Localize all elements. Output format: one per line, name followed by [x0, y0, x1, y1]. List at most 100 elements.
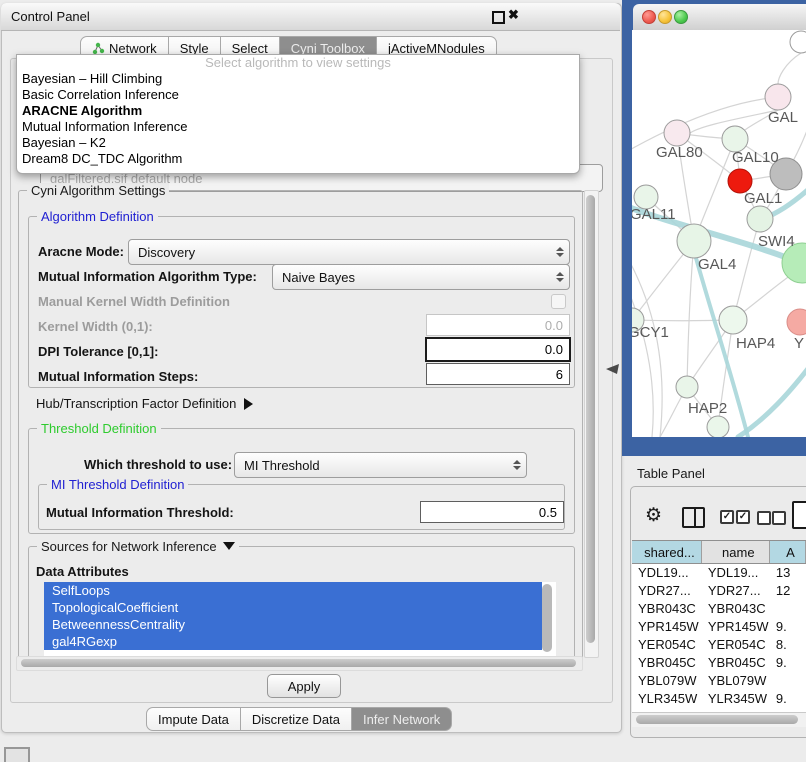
checked-checkbox-icon[interactable]: ✓	[736, 510, 750, 524]
table-row[interactable]: YPR145WYPR145W9.	[632, 618, 806, 636]
checked-checkbox-icon[interactable]: ✓	[720, 510, 734, 524]
table-cell: YPR145W	[702, 618, 770, 636]
manual-kernel-width-checkbox[interactable]	[551, 294, 566, 309]
mi-threshold-field[interactable]: 0.5	[420, 501, 564, 523]
stepper-arrows-icon	[555, 246, 564, 258]
mi-steps-field[interactable]: 6	[426, 363, 570, 385]
dropdown-item[interactable]: Mutual Information Inference	[17, 119, 579, 135]
column-header[interactable]: name	[702, 541, 770, 563]
dpi-tolerance-field[interactable]: 0.0	[425, 337, 571, 362]
algorithm-dropdown-prompt: Select algorithm to view settings	[17, 55, 579, 71]
table-cell: 12	[770, 582, 806, 600]
network-edge[interactable]	[687, 241, 694, 387]
close-icon[interactable]: ✖	[508, 7, 519, 23]
table-row[interactable]: YLR345WYLR345W9.	[632, 690, 806, 708]
zoom-traffic-light-icon[interactable]	[674, 10, 688, 24]
table-cell	[770, 672, 806, 690]
network-graph[interactable]: GALGAL80GAL10GAL1GAL11SWI4GAL4GCY1HAP4YH…	[632, 30, 806, 437]
table-row[interactable]: YBR043CYBR043C	[632, 600, 806, 618]
network-edge[interactable]	[733, 219, 760, 320]
network-edge[interactable]	[632, 255, 662, 437]
aracne-mode-value: Discovery	[138, 245, 195, 260]
dropdown-item[interactable]: Dream8 DC_TDC Algorithm	[17, 151, 579, 167]
network-node-gal[interactable]	[765, 84, 791, 110]
network-edge[interactable]	[632, 320, 733, 321]
dropdown-item[interactable]: Bayesian – Hill Climbing	[17, 71, 579, 87]
hub-definition-expander[interactable]: Hub/Transcription Factor Definition	[36, 396, 253, 411]
table-cell: YBR043C	[702, 600, 770, 618]
minimized-window-grip[interactable]	[4, 747, 30, 762]
table-row[interactable]: YDL19...YDL19...13	[632, 564, 806, 582]
gear-icon[interactable]: ⚙	[645, 504, 662, 527]
settings-vertical-scrollbar[interactable]	[584, 190, 599, 658]
settings-vertical-scrollbar-thumb[interactable]	[586, 195, 595, 643]
column-header[interactable]: shared...	[632, 541, 702, 563]
network-node-hap2[interactable]	[676, 376, 698, 398]
column-header[interactable]: A	[770, 541, 806, 563]
network-edge[interactable]	[778, 53, 801, 84]
aracne-mode-combobox[interactable]: Discovery	[128, 239, 570, 265]
table-row[interactable]: YBR045CYBR045C9.	[632, 654, 806, 672]
unchecked-checkbox-icon[interactable]	[757, 511, 771, 525]
table-cell: YER054C	[702, 636, 770, 654]
dropdown-item[interactable]: Bayesian – K2	[17, 135, 579, 151]
network-node-y[interactable]	[787, 309, 806, 335]
attribute-item-selected[interactable]: SelfLoops	[44, 582, 542, 599]
tab-discretize-data[interactable]: Discretize Data	[241, 707, 352, 731]
settings-horizontal-scrollbar-thumb[interactable]	[21, 659, 576, 667]
network-node-hap4[interactable]	[719, 306, 747, 334]
network-node-gal4[interactable]	[677, 224, 711, 258]
table-cell: YBR045C	[632, 654, 702, 672]
which-threshold-combobox[interactable]: MI Threshold	[234, 452, 527, 478]
control-panel-titlebar[interactable]	[1, 3, 620, 31]
attribute-item-selected[interactable]: gal4RGexp	[44, 633, 542, 650]
node-label: SWI4	[758, 233, 795, 250]
mi-algorithm-type-combobox[interactable]: Naive Bayes	[272, 264, 570, 290]
network-edge[interactable]	[632, 285, 653, 437]
tab-impute-data[interactable]: Impute Data	[146, 707, 241, 731]
attributes-list-scrollbar[interactable]	[542, 584, 552, 652]
apply-button[interactable]: Apply	[267, 674, 341, 698]
network-node[interactable]	[790, 31, 806, 53]
table-cell: 9.	[770, 618, 806, 636]
table-cell: YPR145W	[632, 618, 702, 636]
manual-kernel-width-label: Manual Kernel Width Definition	[38, 294, 230, 309]
network-canvas[interactable]: GALGAL80GAL10GAL1GAL11SWI4GAL4GCY1HAP4YH…	[632, 30, 806, 437]
float-window-icon[interactable]	[492, 11, 505, 24]
network-window-titlebar[interactable]	[633, 4, 806, 31]
network-edge[interactable]	[738, 366, 806, 437]
algorithm-dropdown-items: Bayesian – Hill ClimbingBasic Correlatio…	[17, 71, 579, 167]
kernel-width-field[interactable]: 0.0	[426, 314, 570, 336]
table-cell: 9.	[770, 690, 806, 708]
dropdown-item[interactable]: Basic Correlation Inference	[17, 87, 579, 103]
tab-infer-network-label: Infer Network	[363, 712, 440, 727]
tab-impute-data-label: Impute Data	[158, 712, 229, 727]
network-node-gal80[interactable]	[664, 120, 690, 146]
table-horizontal-scrollbar[interactable]	[632, 712, 806, 727]
table-horizontal-scrollbar-thumb[interactable]	[636, 715, 798, 724]
tab-infer-network[interactable]: Infer Network	[352, 707, 452, 731]
node-label: GAL11	[632, 206, 676, 223]
split-panes-icon[interactable]	[682, 507, 705, 528]
mi-threshold-label: Mutual Information Threshold:	[46, 505, 234, 520]
network-node-swi4[interactable]	[747, 206, 773, 232]
dropdown-item[interactable]: ARACNE Algorithm	[17, 103, 579, 119]
table-row[interactable]: YER054CYER054C8.	[632, 636, 806, 654]
settings-horizontal-scrollbar[interactable]	[16, 656, 583, 671]
table-row[interactable]: YDR27...YDR27...12	[632, 582, 806, 600]
network-node[interactable]	[707, 416, 729, 437]
data-attributes-list[interactable]: SelfLoopsTopologicalCoefficientBetweenne…	[44, 582, 556, 656]
table-row[interactable]: YBL079WYBL079W	[632, 672, 806, 690]
network-edge[interactable]	[632, 97, 778, 152]
minimize-traffic-light-icon[interactable]	[658, 10, 672, 24]
table-cell: YDL19...	[702, 564, 770, 582]
table-body: YDL19...YDL19...13YDR27...YDR27...12YBR0…	[632, 564, 806, 726]
attribute-item-selected[interactable]: BetweennessCentrality	[44, 616, 542, 633]
table-cell: 8.	[770, 636, 806, 654]
attribute-item-selected[interactable]: TopologicalCoefficient	[44, 599, 542, 616]
control-panel-title: Control Panel	[11, 9, 90, 24]
unchecked-checkbox-icon[interactable]	[772, 511, 786, 525]
close-traffic-light-icon[interactable]	[642, 10, 656, 24]
document-icon[interactable]	[792, 501, 806, 529]
algorithm-dropdown-popup: Select algorithm to view settings Bayesi…	[16, 54, 580, 174]
